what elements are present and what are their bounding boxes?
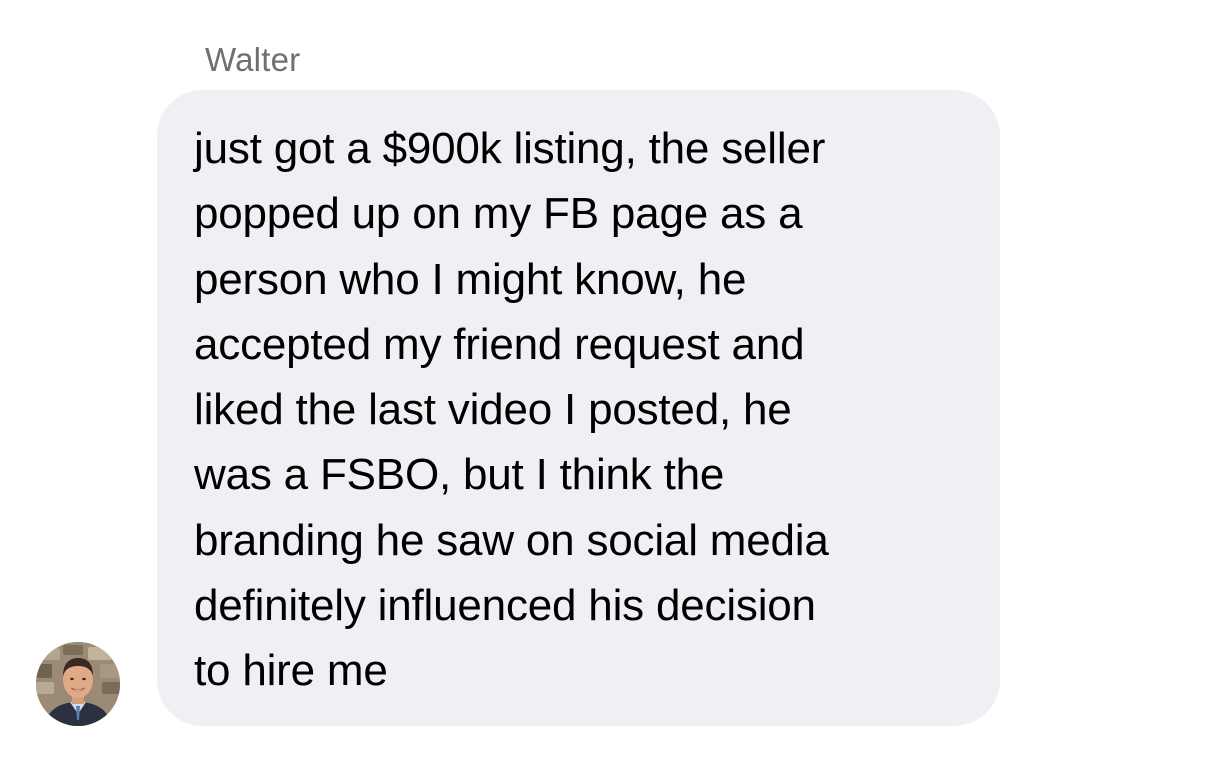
- sender-name: Walter: [205, 41, 301, 78]
- message-line: person who I might know, he: [194, 254, 747, 304]
- message-line: definitely influenced his decision: [194, 581, 816, 631]
- sender-avatar[interactable]: [36, 642, 120, 726]
- message-line: popped up on my FB page as a: [194, 189, 803, 239]
- message-bubble[interactable]: just got a $900k listing, the seller pop…: [157, 90, 1000, 726]
- message-thread: Walter just got a $900k listing, the sel…: [0, 0, 1206, 782]
- message-line: accepted my friend request and: [194, 319, 805, 369]
- message-line: just got a $900k listing, the seller: [194, 124, 826, 173]
- message-line: was a FSBO, but I think the: [194, 450, 725, 500]
- message-line: branding he saw on social media: [194, 515, 829, 565]
- message-text: just got a $900k listing, the seller pop…: [194, 116, 970, 704]
- message-line: to hire me: [194, 646, 388, 696]
- message-line: liked the last video I posted, he: [194, 385, 792, 435]
- contact-photo-icon: [36, 642, 120, 726]
